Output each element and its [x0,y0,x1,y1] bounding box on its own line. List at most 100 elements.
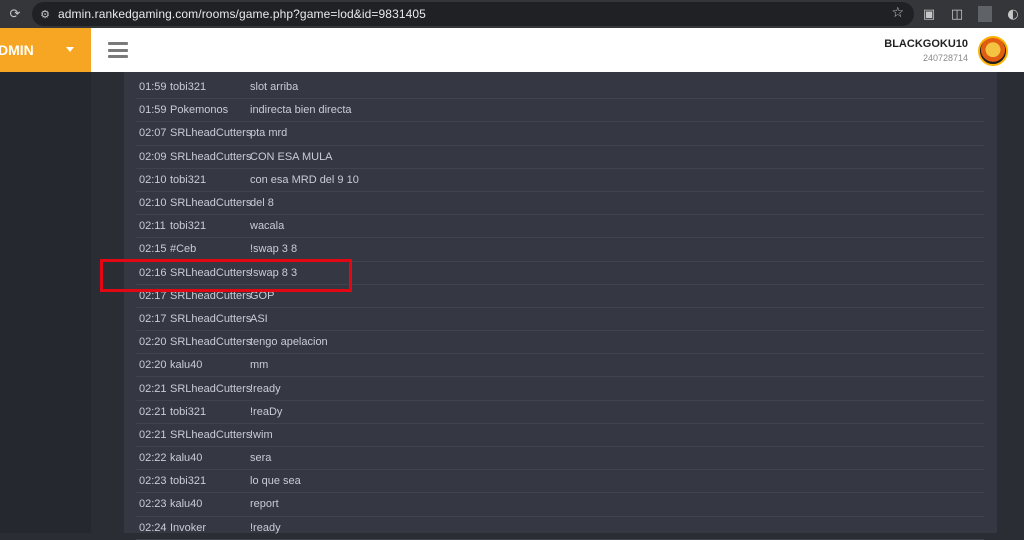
chat-row: 02:17 SRLheadCutters ASI [136,308,984,332]
url-text[interactable]: admin.rankedgaming.com/rooms/game.php?ga… [58,7,426,21]
chat-time: 02:23 [139,475,167,488]
chat-row: 02:15 #Ceb !swap 3 8 [136,238,984,262]
chat-user: SRLheadCutters [170,428,252,441]
chat-row: 02:16 SRLheadCutters !swap 8 3 [136,262,984,285]
chat-time: 02:09 [139,150,167,163]
chat-message: con esa MRD del 9 10 [250,173,359,186]
chat-user: SRLheadCutters [170,289,252,302]
chat-time: 02:11 [139,220,166,233]
chat-user: #Ceb [170,243,197,256]
chat-row: 02:17 SRLheadCutters GOP [136,285,984,308]
chat-message: !ready [250,382,281,395]
chat-user: tobi321 [170,173,207,186]
user-id: 240728714 [922,53,968,63]
chat-row: 02:24 Invoker !ready [136,517,984,540]
profile-icon[interactable]: ◐ [1006,7,1020,22]
chat-row: 01:59 tobi321 slot arriba [136,76,984,100]
chat-user: SRLheadCutters [170,382,252,395]
chat-time: 02:10 [139,197,167,210]
admin-dropdown[interactable]: DMIN [0,28,91,72]
chat-message: !swap 3 8 [250,243,298,256]
extensions-icon[interactable]: ◫ [950,7,964,22]
chat-row: 01:59 Pokemonos indirecta bien directa [136,99,984,123]
chat-time: 02:17 [139,312,167,325]
chat-message: slot arriba [250,81,299,94]
chat-time: 01:59 [139,81,167,94]
chat-row: 02:10 tobi321 con esa MRD del 9 10 [136,169,984,192]
chat-message: report [250,498,279,511]
chat-message: !reaDy [250,405,283,418]
chat-user: Pokemonos [170,104,229,117]
chat-time: 02:21 [139,428,167,441]
chat-time: 02:23 [139,498,167,511]
chat-user: kalu40 [170,452,203,465]
chat-message: mm [250,359,269,372]
chat-time: 02:21 [139,382,167,395]
chat-user: kalu40 [170,359,203,372]
toolbar-divider [978,6,992,22]
chat-time: 02:15 [139,243,167,256]
chat-row: 02:22 kalu40 sera [136,447,984,471]
chat-user: kalu40 [170,498,203,511]
chat-time: 02:16 [139,266,167,279]
chat-message: pta mrd [250,127,288,140]
address-bar[interactable]: ⚙ admin.rankedgaming.com/rooms/game.php?… [32,2,914,26]
chat-message: wacala [250,220,285,233]
chat-user: SRLheadCutters [170,312,252,325]
chat-time: 02:20 [139,336,167,349]
avatar[interactable] [978,36,1008,66]
chat-time: 02:17 [139,289,167,302]
chat-time: 02:22 [139,452,167,465]
chat-row: 02:21 SRLheadCutters !ready [136,377,984,401]
chat-message: !swap 8 3 [250,266,298,279]
chat-row: 02:21 SRLheadCutters !wim [136,424,984,447]
chat-time: 02:21 [139,405,167,418]
chat-message: indirecta bien directa [250,104,352,117]
chat-message: tengo apelacion [250,336,328,349]
chat-message: CON ESA MULA [250,150,333,163]
chat-user: SRLheadCutters [170,150,252,163]
chat-log-table: 01:59 tobi321 slot arriba 01:59 Pokemonos ind… [136,76,984,540]
extension-icons: ▣ ◫ ◐ ⋮ [922,0,1024,28]
chat-row: 02:11 tobi321 wacala [136,215,984,239]
chat-time: 02:24 [139,521,167,534]
chat-row: 02:09 SRLheadCutters CON ESA MULA [136,146,984,169]
chat-user: SRLheadCutters [170,127,252,140]
reload-icon[interactable]: ⟳ [0,0,30,28]
chat-row: 02:21 tobi321 !reaDy [136,401,984,424]
cast-icon[interactable]: ▣ [922,7,936,22]
chat-user: tobi321 [170,220,207,233]
chat-user: tobi321 [170,81,207,94]
app-header: DMIN BLACKGOKU10 240728714 [0,28,1024,72]
chat-user: SRLheadCutters [170,197,252,210]
chat-row: 02:20 SRLheadCutters tengo apelacion [136,331,984,355]
chat-row: 02:10 SRLheadCutters del 8 [136,192,984,216]
chat-message: lo que sea [250,475,301,488]
chat-user: Invoker [170,521,207,534]
chat-user: SRLheadCutters [170,266,252,279]
chat-time: 02:10 [139,173,167,186]
main-content: 01:59 tobi321 slot arriba 01:59 Pokemonos ind… [91,72,1024,540]
caret-down-icon [66,47,74,52]
site-settings-icon[interactable]: ⚙ [32,2,58,26]
chat-time: 02:20 [139,359,167,372]
chat-row: 02:20 kalu40 mm [136,354,984,378]
chat-row: 02:23 tobi321 lo que sea [136,470,984,494]
chat-time: 02:07 [139,127,167,140]
sidebar [0,72,91,533]
bookmark-star-icon[interactable]: ☆ [891,5,904,21]
hamburger-menu-icon[interactable] [108,42,128,58]
chat-message: GOP [250,289,275,302]
chat-message: sera [250,452,272,465]
chat-message: !ready [250,521,281,534]
chat-row: 02:07 SRLheadCutters pta mrd [136,122,984,146]
brand-label: DMIN [0,42,34,58]
chat-message: ASI [250,312,268,325]
chat-message: !wim [250,428,273,441]
user-info[interactable]: BLACKGOKU10 240728714 [884,38,968,63]
username: BLACKGOKU10 [884,38,968,50]
chat-row: 02:23 kalu40 report [136,493,984,517]
chat-log-panel: 01:59 tobi321 slot arriba 01:59 Pokemonos ind… [124,72,997,540]
chat-user: SRLheadCutters [170,336,252,349]
chat-message: del 8 [250,197,274,210]
